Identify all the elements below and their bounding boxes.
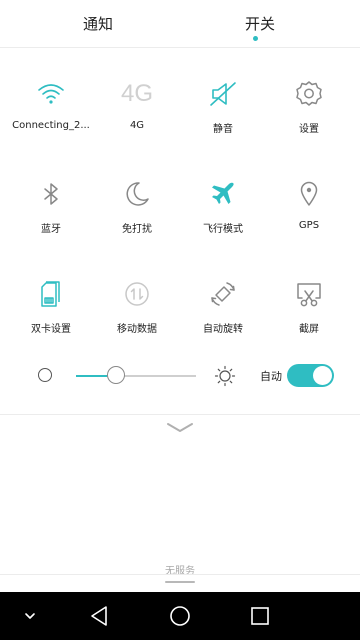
brightness-track-fill	[76, 375, 107, 377]
tile-label: 免打扰	[122, 224, 152, 235]
drag-handle[interactable]	[165, 581, 195, 583]
active-tab-indicator	[253, 36, 258, 41]
tab-bar: 通知 开关	[0, 0, 360, 48]
4g-icon: 4G	[120, 80, 153, 107]
tile-label: 蓝牙	[41, 224, 61, 235]
tab-notifications[interactable]: 通知	[58, 13, 138, 34]
chevron-down-icon[interactable]	[18, 604, 42, 628]
recents-icon[interactable]	[248, 604, 272, 628]
tile-auto-rotate[interactable]: 自动旋转	[178, 278, 268, 358]
brightness-low-icon	[38, 368, 52, 382]
tile-label: Connecting_2...	[12, 120, 90, 131]
tile-airplane-mode[interactable]: 飞行模式	[178, 178, 268, 258]
auto-brightness-label: 自动	[260, 370, 282, 383]
tile-label: 双卡设置	[31, 324, 71, 335]
tile-label: 自动旋转	[203, 324, 243, 335]
tile-mute[interactable]: 静音	[178, 78, 268, 158]
home-icon[interactable]	[168, 604, 192, 628]
tile-4g[interactable]: 4G 4G	[92, 78, 182, 158]
tile-gps[interactable]: GPS	[264, 178, 354, 258]
settings-gear-icon	[293, 78, 325, 110]
bluetooth-icon	[35, 178, 67, 210]
tile-do-not-disturb[interactable]: 免打扰	[92, 178, 182, 258]
tile-label: 截屏	[299, 324, 319, 335]
toggle-knob	[313, 366, 332, 385]
tile-label: 飞行模式	[203, 224, 243, 235]
dual-sim-icon	[35, 278, 67, 310]
tile-label: 静音	[213, 124, 233, 135]
mute-icon	[207, 78, 239, 110]
moon-icon	[121, 178, 153, 210]
tile-wifi[interactable]: Connecting_2...	[6, 78, 96, 158]
brightness-high-icon	[214, 365, 236, 387]
navigation-bar	[0, 592, 360, 640]
screenshot-icon	[293, 278, 325, 310]
airplane-icon	[207, 178, 239, 210]
location-pin-icon	[293, 178, 325, 210]
panel-bottom-divider	[0, 574, 360, 575]
tile-bluetooth[interactable]: 蓝牙	[6, 178, 96, 258]
quick-settings-screen: 通知 开关 Connecting_2... 4G 4G 静音 设置 蓝牙 免打扰…	[0, 0, 360, 640]
brightness-row: 自动	[0, 360, 360, 392]
expand-chevron-icon[interactable]	[166, 420, 194, 436]
tile-label: GPS	[298, 220, 320, 231]
tile-screenshot[interactable]: 截屏	[264, 278, 354, 358]
auto-brightness-toggle[interactable]	[287, 364, 334, 387]
mobile-data-icon	[121, 278, 153, 310]
back-icon[interactable]	[88, 604, 112, 628]
wifi-icon	[35, 78, 67, 110]
brightness-slider-thumb[interactable]	[106, 366, 125, 384]
tile-mobile-data[interactable]: 移动数据	[92, 278, 182, 358]
tab-switches[interactable]: 开关	[220, 13, 300, 34]
tile-settings[interactable]: 设置	[264, 78, 354, 158]
tile-label: 设置	[299, 124, 319, 135]
tile-label: 4G	[129, 120, 145, 131]
panel-divider	[0, 414, 360, 415]
tile-dual-sim[interactable]: 双卡设置	[6, 278, 96, 358]
auto-rotate-icon	[207, 278, 239, 310]
tile-label: 移动数据	[117, 324, 157, 335]
